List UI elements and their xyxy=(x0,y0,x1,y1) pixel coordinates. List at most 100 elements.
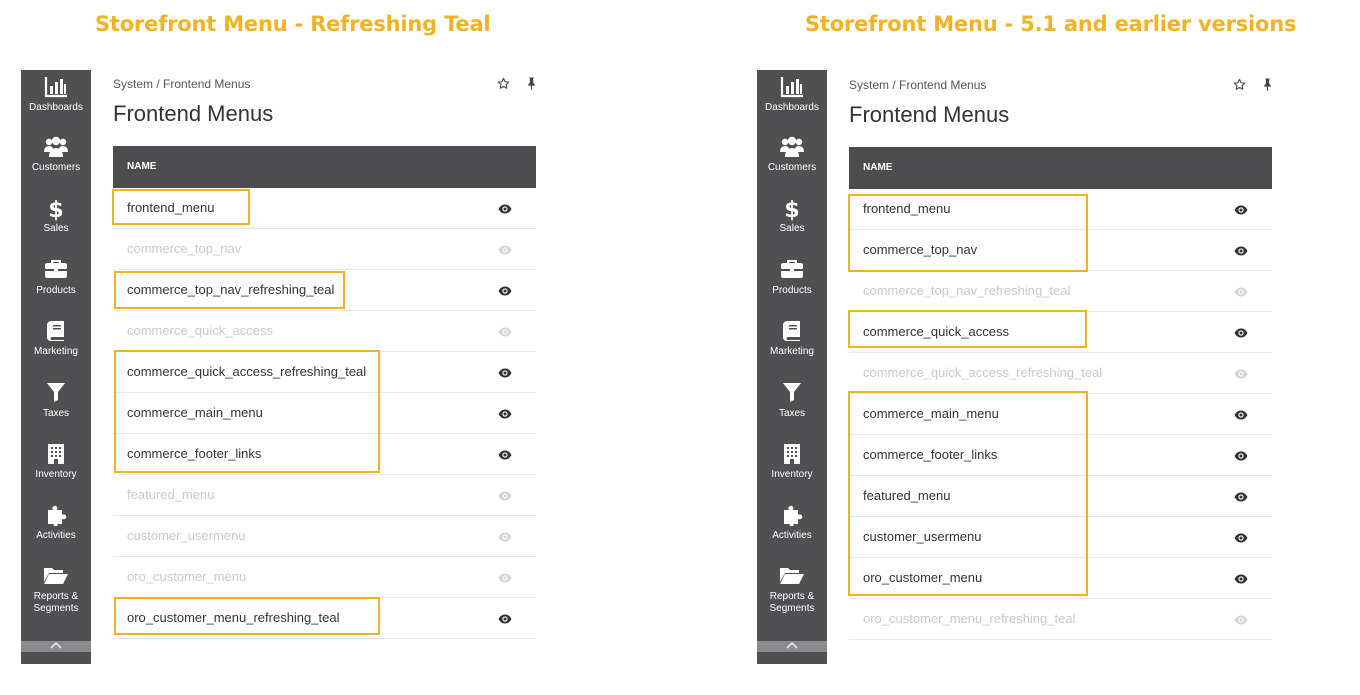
sidebar-item-label: Customers xyxy=(31,162,81,173)
sidebar-item-products[interactable]: Products xyxy=(21,259,91,297)
eye-icon[interactable] xyxy=(498,283,512,301)
table-row[interactable]: frontend_menu xyxy=(113,188,536,229)
sidebar-item-label: Dashboards xyxy=(29,102,83,113)
sidebar-item-customers[interactable]: Customers xyxy=(757,136,827,174)
svg-text:$: $ xyxy=(784,198,799,221)
sidebar-item-label: Reports & xyxy=(33,591,79,602)
sidebar-item-inventory[interactable]: Inventory xyxy=(757,443,827,481)
sidebar-item-reports[interactable]: Reports & Segments xyxy=(757,565,827,615)
sidebar-item-taxes[interactable]: Taxes xyxy=(21,382,91,420)
sidebar-item-sales[interactable]: $ Sales xyxy=(21,197,91,235)
building-icon xyxy=(21,443,91,469)
main-sidebar: Dashboards Customers $ Sales Products Marketi… xyxy=(21,70,91,664)
column-header-name[interactable]: NAME xyxy=(849,147,1272,189)
eye-icon[interactable] xyxy=(498,447,512,465)
table-row[interactable]: customer_usermenu xyxy=(113,516,536,557)
favorite-star-icon[interactable] xyxy=(497,77,510,95)
sidebar-item-dashboards[interactable]: Dashboards xyxy=(757,76,827,114)
table-row[interactable]: featured_menu xyxy=(113,475,536,516)
eye-icon[interactable] xyxy=(498,488,512,506)
eye-icon[interactable] xyxy=(1234,448,1248,466)
eye-icon[interactable] xyxy=(498,324,512,342)
eye-icon[interactable] xyxy=(498,406,512,424)
folder-open-icon xyxy=(21,565,91,591)
eye-icon[interactable] xyxy=(1234,489,1248,507)
chevron-up-icon xyxy=(786,641,798,649)
table-row[interactable]: commerce_main_menu xyxy=(849,394,1272,435)
table-row[interactable]: customer_usermenu xyxy=(849,517,1272,558)
eye-icon[interactable] xyxy=(1234,366,1248,384)
sidebar-item-label: Segments xyxy=(33,603,79,614)
building-icon xyxy=(757,443,827,469)
sidebar-item-marketing[interactable]: Marketing xyxy=(757,320,827,358)
menu-name: commerce_top_nav_refreshing_teal xyxy=(863,283,1071,298)
sidebar-collapse-button[interactable] xyxy=(757,638,827,664)
dollar-icon: $ xyxy=(21,197,91,223)
sidebar-item-label: Activities xyxy=(772,530,812,541)
table-row[interactable]: oro_customer_menu_refreshing_teal xyxy=(113,598,536,639)
svg-text:$: $ xyxy=(48,198,63,221)
eye-icon[interactable] xyxy=(1234,530,1248,548)
table-row[interactable]: commerce_footer_links xyxy=(849,435,1272,476)
sidebar-item-label: Reports & xyxy=(769,591,815,602)
table-row[interactable]: commerce_top_nav xyxy=(113,229,536,270)
eye-icon[interactable] xyxy=(498,570,512,588)
eye-icon[interactable] xyxy=(1234,243,1248,261)
pin-icon[interactable] xyxy=(1262,78,1273,96)
table-row[interactable]: commerce_quick_access_refreshing_teal xyxy=(849,353,1272,394)
sidebar-item-label: Inventory xyxy=(35,469,77,480)
sidebar-item-taxes[interactable]: Taxes xyxy=(757,382,827,420)
favorite-star-icon[interactable] xyxy=(1233,78,1246,96)
page-title: Frontend Menus xyxy=(849,102,1010,127)
sidebar-item-customers[interactable]: Customers xyxy=(21,136,91,174)
menu-name: commerce_footer_links xyxy=(863,447,998,462)
menu-name: commerce_main_menu xyxy=(863,406,999,421)
eye-icon[interactable] xyxy=(498,242,512,260)
menu-name: commerce_top_nav xyxy=(863,242,978,257)
sidebar-item-dashboards[interactable]: Dashboards xyxy=(21,76,91,114)
sidebar-item-inventory[interactable]: Inventory xyxy=(21,443,91,481)
table-row[interactable]: commerce_footer_links xyxy=(113,434,536,475)
sidebar-item-label: Sales xyxy=(779,223,805,234)
table-row[interactable]: commerce_quick_access xyxy=(113,311,536,352)
table-row[interactable]: oro_customer_menu_refreshing_teal xyxy=(849,599,1272,640)
eye-icon[interactable] xyxy=(1234,202,1248,220)
users-icon xyxy=(21,136,91,162)
table-row[interactable]: commerce_quick_access_refreshing_teal xyxy=(113,352,536,393)
table-row[interactable]: commerce_quick_access xyxy=(849,312,1272,353)
sidebar-item-label: Dashboards xyxy=(765,102,819,113)
sidebar-collapse-button[interactable] xyxy=(21,638,91,664)
sidebar-item-reports[interactable]: Reports & Segments xyxy=(21,565,91,615)
sidebar-item-marketing[interactable]: Marketing xyxy=(21,320,91,358)
table-row[interactable]: oro_customer_menu xyxy=(849,558,1272,599)
page-title: Frontend Menus xyxy=(113,101,274,126)
table-row[interactable]: featured_menu xyxy=(849,476,1272,517)
eye-icon[interactable] xyxy=(1234,284,1248,302)
table-row[interactable]: commerce_top_nav_refreshing_teal xyxy=(849,271,1272,312)
breadcrumb[interactable]: System / Frontend Menus xyxy=(113,77,250,91)
eye-icon[interactable] xyxy=(1234,612,1248,630)
eye-icon[interactable] xyxy=(498,365,512,383)
table-row[interactable]: commerce_top_nav xyxy=(849,230,1272,271)
table-row[interactable]: commerce_main_menu xyxy=(113,393,536,434)
menu-name: customer_usermenu xyxy=(127,528,246,543)
eye-icon[interactable] xyxy=(498,201,512,219)
eye-icon[interactable] xyxy=(498,611,512,629)
pin-icon[interactable] xyxy=(526,77,537,95)
eye-icon[interactable] xyxy=(498,529,512,547)
book-icon xyxy=(21,320,91,346)
briefcase-icon xyxy=(757,259,827,285)
eye-icon[interactable] xyxy=(1234,325,1248,343)
breadcrumb[interactable]: System / Frontend Menus xyxy=(849,78,986,92)
eye-icon[interactable] xyxy=(1234,407,1248,425)
sidebar-item-activities[interactable]: Activities xyxy=(21,504,91,542)
sidebar-item-sales[interactable]: $ Sales xyxy=(757,197,827,235)
column-header-name[interactable]: NAME xyxy=(113,146,536,188)
table-row[interactable]: commerce_top_nav_refreshing_teal xyxy=(113,270,536,311)
sidebar-item-activities[interactable]: Activities xyxy=(757,504,827,542)
sidebar-item-label: Inventory xyxy=(771,469,813,480)
table-row[interactable]: oro_customer_menu xyxy=(113,557,536,598)
eye-icon[interactable] xyxy=(1234,571,1248,589)
table-row[interactable]: frontend_menu xyxy=(849,189,1272,230)
sidebar-item-products[interactable]: Products xyxy=(757,259,827,297)
